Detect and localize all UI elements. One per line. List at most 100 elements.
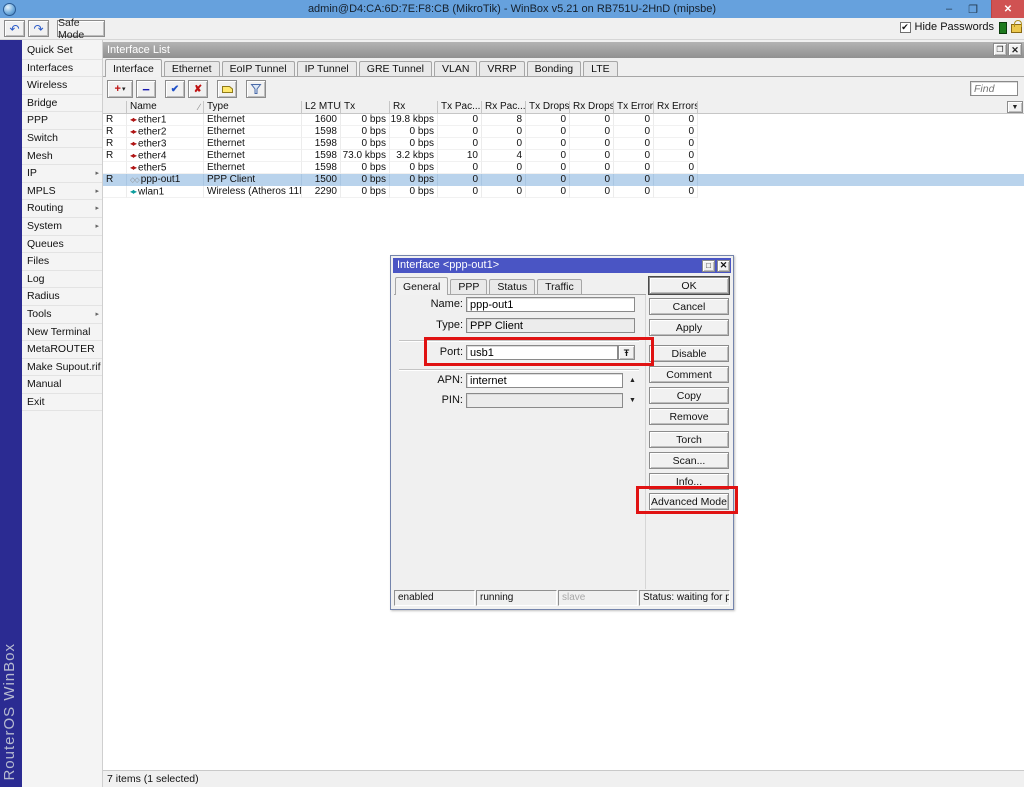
undo-button[interactable]: ↶ [4, 20, 25, 37]
sidebar-item-ppp[interactable]: PPP [22, 112, 102, 130]
column-header-type[interactable]: Type [204, 101, 302, 114]
sidebar-item-system[interactable]: System▸ [22, 218, 102, 236]
sidebar-item-mesh[interactable]: Mesh [22, 148, 102, 166]
cell-txd: 0 [526, 114, 570, 126]
cell-txp: 0 [438, 186, 482, 198]
sidebar-item-mpls[interactable]: MPLS▸ [22, 183, 102, 201]
restore-button[interactable]: ❐ [962, 0, 984, 18]
tab-lte[interactable]: LTE [583, 61, 617, 76]
cell-l2mtu: 1600 [302, 114, 341, 126]
column-header-rx-errors[interactable]: Rx Errors [654, 101, 698, 114]
cell-type: PPP Client [204, 174, 302, 186]
scan-button[interactable]: Scan... [649, 452, 729, 469]
disable-button[interactable]: Disable [649, 345, 729, 362]
interface-list-titlebar[interactable]: Interface List ❐ ✕ [103, 42, 1024, 58]
sidebar-item-manual[interactable]: Manual [22, 376, 102, 394]
tab-gre-tunnel[interactable]: GRE Tunnel [359, 61, 432, 76]
table-row-wlan1[interactable]: ◂▸wlan1Wireless (Atheros 11N)22900 bps0 … [103, 186, 1024, 198]
sidebar-item-routing[interactable]: Routing▸ [22, 200, 102, 218]
redo-button[interactable]: ↷ [28, 20, 49, 37]
sidebar-item-exit[interactable]: Exit [22, 394, 102, 412]
column-header-l2-mtu[interactable]: L2 MTU [302, 101, 341, 114]
sidebar-item-metarouter[interactable]: MetaROUTER [22, 341, 102, 359]
sidebar-item-wireless[interactable]: Wireless [22, 77, 102, 95]
remove-button[interactable]: Remove [649, 408, 729, 425]
cell-rxp: 0 [482, 162, 526, 174]
sidebar-item-radius[interactable]: Radius [22, 288, 102, 306]
column-header-name[interactable]: Name∕ [127, 101, 204, 114]
sidebar-item-files[interactable]: Files [22, 253, 102, 271]
cell-type: Ethernet [204, 138, 302, 150]
sidebar-item-make-supout-rif[interactable]: Make Supout.rif [22, 359, 102, 377]
tab-ethernet[interactable]: Ethernet [164, 61, 220, 76]
ok-button[interactable]: OK [649, 277, 729, 294]
dialog-tab-traffic[interactable]: Traffic [537, 279, 582, 294]
remove-interface-button[interactable]: − [136, 80, 156, 98]
torch-button[interactable]: Torch [649, 431, 729, 448]
pin-expand-arrow-icon[interactable]: ▼ [629, 397, 636, 404]
sidebar-item-label: Log [27, 273, 45, 285]
column-header-rx[interactable]: Rx [390, 101, 438, 114]
sidebar-item-interfaces[interactable]: Interfaces [22, 60, 102, 78]
tab-ip-tunnel[interactable]: IP Tunnel [297, 61, 357, 76]
cancel-button[interactable]: Cancel [649, 298, 729, 315]
hide-passwords-checkbox[interactable]: ✔ [900, 22, 911, 33]
add-interface-button[interactable]: +▾ [107, 80, 133, 98]
apn-field[interactable] [466, 373, 623, 388]
apn-collapse-arrow-icon[interactable]: ▲ [629, 377, 636, 384]
filter-button[interactable] [246, 80, 266, 98]
sidebar-item-quick-set[interactable]: Quick Set [22, 42, 102, 60]
sidebar-item-tools[interactable]: Tools▸ [22, 306, 102, 324]
minimize-button[interactable]: – [938, 0, 960, 18]
column-header-tx-errors[interactable]: Tx Errors [614, 101, 654, 114]
column-header-rx-drops[interactable]: Rx Drops [570, 101, 614, 114]
column-header-flags[interactable] [103, 101, 127, 114]
cell-tx: 0 bps [341, 114, 390, 126]
column-header-tx-drops[interactable]: Tx Drops [526, 101, 570, 114]
dialog-tab-general[interactable]: General [395, 277, 448, 295]
apply-button[interactable]: Apply [649, 319, 729, 336]
dialog-restore-icon[interactable]: □ [702, 260, 715, 272]
table-row-ether5[interactable]: ◂▸ether5Ethernet15980 bps0 bps000000 [103, 162, 1024, 174]
close-button[interactable]: ✕ [991, 0, 1024, 18]
sidebar-item-ip[interactable]: IP▸ [22, 165, 102, 183]
dialog-status-3: Status: waiting for pac... [639, 590, 730, 606]
tab-vlan[interactable]: VLAN [434, 61, 477, 76]
window-restore-icon[interactable]: ❐ [993, 43, 1007, 56]
safe-mode-button[interactable]: Safe Mode [57, 20, 105, 37]
sidebar-item-queues[interactable]: Queues [22, 236, 102, 254]
submenu-arrow-icon: ▸ [95, 200, 99, 217]
tab-vrrp[interactable]: VRRP [479, 61, 524, 76]
table-row-ether4[interactable]: R◂▸ether4Ethernet159873.0 kbps3.2 kbps10… [103, 150, 1024, 162]
dialog-titlebar[interactable]: Interface <ppp-out1> □ ✕ [393, 258, 731, 273]
table-row-ether1[interactable]: R◂▸ether1Ethernet16000 bps19.8 kbps08000… [103, 114, 1024, 126]
dialog-tab-status[interactable]: Status [489, 279, 535, 294]
tab-interface[interactable]: Interface [105, 59, 162, 77]
column-header-tx-pac[interactable]: Tx Pac... [438, 101, 482, 114]
sidebar-item-bridge[interactable]: Bridge [22, 95, 102, 113]
sidebar-item-log[interactable]: Log [22, 271, 102, 289]
column-menu-button[interactable]: ▼ [1007, 101, 1023, 113]
sidebar-item-switch[interactable]: Switch [22, 130, 102, 148]
table-row-ppp-out1[interactable]: R◇◇ppp-out1PPP Client15000 bps0 bps00000… [103, 174, 1024, 186]
sort-indicator-icon: ∕ [198, 101, 200, 113]
comment-button[interactable]: Comment [649, 366, 729, 383]
window-close-icon[interactable]: ✕ [1008, 43, 1022, 56]
comment-note-button[interactable] [217, 80, 237, 98]
table-row-ether3[interactable]: R◂▸ether3Ethernet15980 bps0 bps000000 [103, 138, 1024, 150]
copy-button[interactable]: Copy [649, 387, 729, 404]
name-field[interactable] [466, 297, 635, 312]
cell-txe: 0 [614, 150, 654, 162]
tab-eoip-tunnel[interactable]: EoIP Tunnel [222, 61, 295, 76]
sidebar-item-new-terminal[interactable]: New Terminal [22, 324, 102, 342]
column-header-rx-pac[interactable]: Rx Pac... [482, 101, 526, 114]
dialog-close-icon[interactable]: ✕ [717, 260, 730, 272]
disable-button[interactable]: ✘ [188, 80, 208, 98]
cell-l2mtu: 1598 [302, 126, 341, 138]
table-row-ether2[interactable]: R◂▸ether2Ethernet15980 bps0 bps000000 [103, 126, 1024, 138]
find-input[interactable] [970, 81, 1018, 96]
enable-button[interactable]: ✔ [165, 80, 185, 98]
tab-bonding[interactable]: Bonding [527, 61, 582, 76]
column-header-tx[interactable]: Tx [341, 101, 390, 114]
dialog-tab-ppp[interactable]: PPP [450, 279, 487, 294]
